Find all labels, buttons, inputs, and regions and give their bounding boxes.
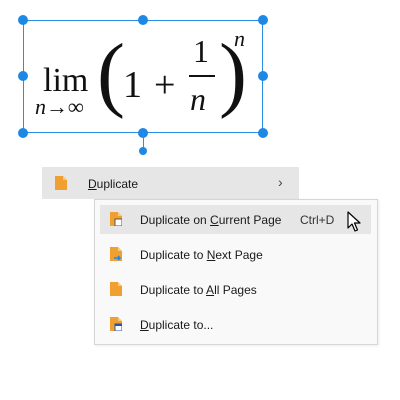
duplicate-submenu: Duplicate on Current Page Ctrl+D Duplica…	[94, 199, 378, 345]
formula-left-paren: (	[97, 27, 125, 120]
context-menu: Duplicate ›	[42, 167, 299, 199]
formula-one: 1	[123, 64, 142, 106]
formula-object[interactable]: lim n→∞ ( 1 + 1 n ) n	[18, 15, 268, 155]
submenu-item-label: Duplicate to All Pages	[140, 283, 257, 297]
submenu-item-shortcut: Ctrl+D	[300, 213, 335, 227]
resize-handle-left[interactable]	[18, 71, 28, 81]
duplicate-next-page-icon	[110, 247, 122, 261]
resize-handle-bottom-right[interactable]	[258, 128, 268, 138]
resize-handle-top[interactable]	[138, 15, 148, 25]
submenu-item-duplicate-to-next-page[interactable]: Duplicate to Next Page	[100, 240, 371, 269]
formula-denominator: n	[190, 81, 206, 117]
duplicate-all-pages-icon	[110, 282, 122, 296]
submenu-item-label: Duplicate to...	[140, 318, 214, 332]
resize-handle-top-right[interactable]	[258, 15, 268, 25]
formula-fraction-bar	[189, 75, 215, 77]
canvas[interactable]: lim n→∞ ( 1 + 1 n ) n Duplicate › Duplic…	[0, 0, 400, 400]
submenu-item-duplicate-to-all-pages[interactable]: Duplicate to All Pages	[100, 275, 371, 304]
formula-limit-subscript: n→∞	[35, 94, 84, 119]
mouse-cursor-icon	[347, 211, 361, 232]
rotate-handle[interactable]	[139, 147, 147, 155]
chevron-right-icon: ›	[278, 174, 283, 190]
resize-handle-bottom-left[interactable]	[18, 128, 28, 138]
submenu-item-duplicate-on-current-page[interactable]: Duplicate on Current Page Ctrl+D	[100, 205, 371, 234]
formula-plus: +	[154, 64, 176, 106]
document-icon	[55, 176, 67, 190]
submenu-item-duplicate-to[interactable]: Duplicate to...	[100, 310, 371, 339]
submenu-item-label: Duplicate on Current Page	[140, 213, 282, 227]
resize-handle-top-left[interactable]	[18, 15, 28, 25]
resize-handle-right[interactable]	[258, 71, 268, 81]
menu-item-duplicate[interactable]: Duplicate ›	[42, 167, 299, 199]
submenu-item-label: Duplicate to Next Page	[140, 248, 263, 262]
menu-item-duplicate-label: Duplicate	[88, 177, 139, 191]
duplicate-to-window-icon	[110, 317, 122, 331]
formula-lim: lim	[43, 62, 89, 99]
duplicate-current-page-icon	[110, 212, 122, 226]
formula-exponent: n	[234, 26, 245, 51]
formula-numerator: 1	[193, 33, 209, 69]
